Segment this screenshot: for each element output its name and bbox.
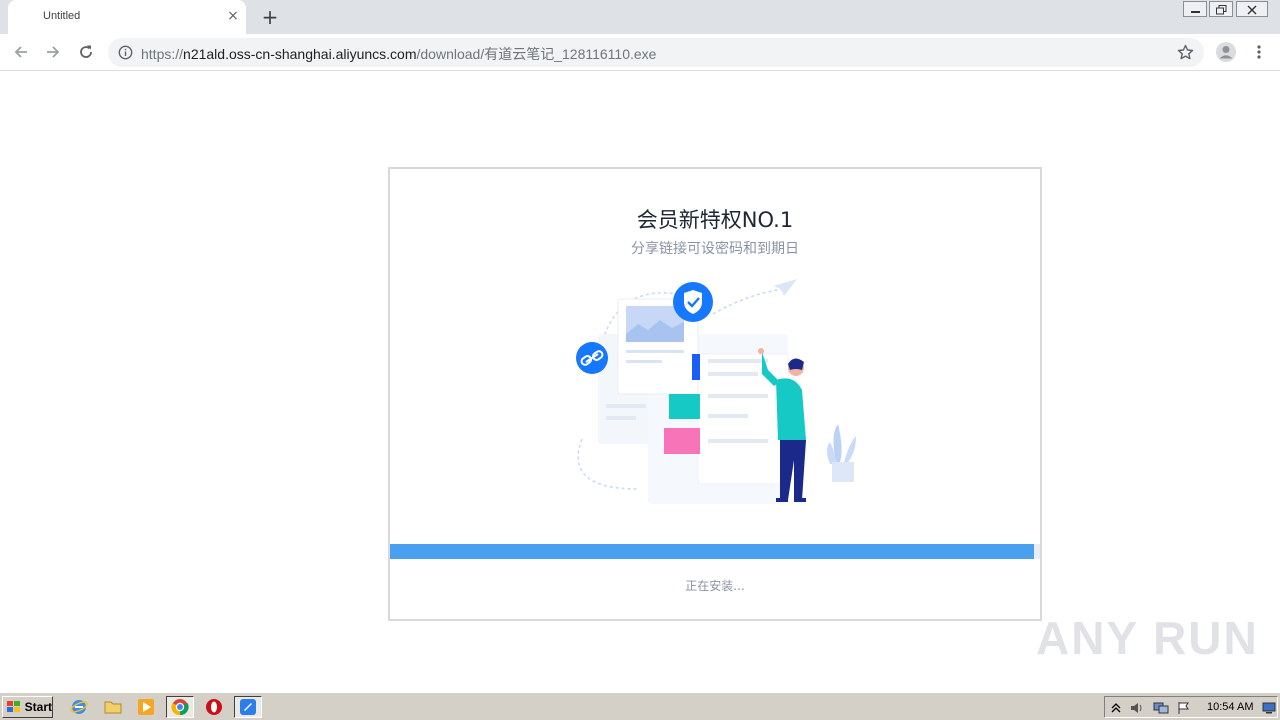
quicklaunch-explorer[interactable] [102, 697, 124, 717]
internet-explorer-icon [70, 700, 88, 714]
reload-icon [80, 45, 92, 58]
forward-button[interactable] [40, 39, 66, 65]
installer-window: 会员新特权NO.1 分享链接可设密码和到期日 正在安装... [388, 167, 1042, 621]
windows-logo-icon [7, 701, 20, 712]
bookmark-star-icon[interactable] [1177, 44, 1194, 61]
system-tray: 10:54 AM [1104, 696, 1278, 718]
install-progress-bar [390, 544, 1040, 559]
quicklaunch-media[interactable] [135, 697, 157, 717]
start-label: Start [24, 700, 52, 714]
kebab-menu-icon [1257, 45, 1261, 59]
install-progress-fill [390, 544, 1034, 559]
anyrun-watermark: ANY RUN [1036, 608, 1259, 668]
browser-toolbar: https://n21ald.oss-cn-shanghai.aliyuncs.… [0, 34, 1280, 71]
forward-arrow-icon [47, 46, 60, 58]
close-window-button[interactable] [1236, 1, 1268, 17]
tab-strip: Untitled × + [0, 0, 1280, 34]
taskbar-clock: 10:54 AM [1207, 701, 1254, 713]
promo-title: 会员新特权NO.1 [636, 208, 794, 232]
tray-action-center[interactable] [1176, 700, 1192, 716]
profile-button[interactable] [1213, 39, 1239, 65]
task-installer[interactable] [234, 696, 262, 718]
install-status-text: 正在安装... [685, 579, 745, 593]
chrome-icon [171, 699, 189, 716]
back-arrow-icon [14, 46, 27, 58]
share-illustration [576, 279, 856, 504]
url-text: https://n21ald.oss-cn-shanghai.aliyuncs.… [141, 44, 656, 64]
reload-button[interactable] [73, 39, 99, 65]
taskbar: Start 10:54 AM [0, 692, 1280, 720]
url-host: n21ald.oss-cn-shanghai.aliyuncs.com [183, 46, 417, 62]
url-scheme: https:// [141, 46, 184, 62]
flag-icon [1178, 702, 1189, 714]
tray-volume[interactable] [1129, 700, 1145, 716]
info-icon[interactable] [118, 45, 133, 60]
back-button[interactable] [8, 39, 34, 65]
quicklaunch-ie[interactable] [68, 697, 90, 717]
browser-tab[interactable]: Untitled × [8, 0, 246, 34]
network-icon [1153, 702, 1169, 714]
tab-title: Untitled [43, 10, 81, 22]
task-chrome[interactable] [166, 696, 194, 718]
restore-button[interactable] [1209, 1, 1233, 17]
url-path: /download/有道云笔记_128116110.exe [416, 46, 657, 62]
promo-subtitle: 分享链接可设密码和到期日 [631, 241, 799, 257]
watermark-text: ANY RUN [1036, 612, 1259, 664]
chevron-up-icon [1111, 703, 1121, 713]
address-bar[interactable]: https://n21ald.oss-cn-shanghai.aliyuncs.… [108, 38, 1204, 67]
tray-expand[interactable] [1108, 700, 1124, 716]
menu-button[interactable] [1246, 39, 1272, 65]
show-desktop[interactable] [1261, 700, 1277, 716]
avatar-icon [1216, 42, 1236, 62]
speaker-icon [1131, 703, 1142, 713]
tab-close-icon[interactable]: × [224, 7, 242, 25]
quicklaunch-opera[interactable] [203, 697, 225, 717]
folder-icon [104, 701, 122, 714]
restore-icon [1216, 5, 1227, 15]
opera-icon [206, 699, 222, 715]
close-icon [1247, 5, 1257, 15]
minimize-icon [1191, 11, 1200, 13]
paper-plane-icon [773, 279, 797, 296]
installer-app-icon [240, 699, 256, 715]
start-button[interactable]: Start [2, 696, 53, 718]
new-tab-button[interactable]: + [258, 5, 282, 29]
desktop-icon [1262, 702, 1276, 714]
media-player-icon [138, 699, 154, 715]
tray-network[interactable] [1153, 700, 1169, 716]
minimize-button[interactable] [1183, 1, 1207, 17]
